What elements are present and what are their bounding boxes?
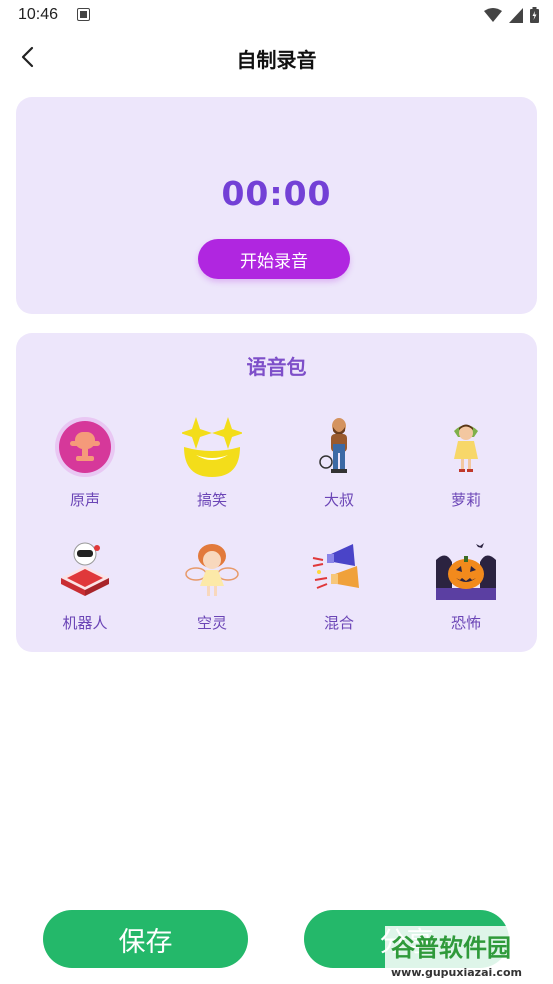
fairy-icon xyxy=(185,544,239,596)
wifi-icon xyxy=(484,7,502,22)
megaphone-icon xyxy=(312,544,359,589)
recorder-card: 00:00 开始录音 xyxy=(16,97,537,314)
voice-label: 萝莉 xyxy=(450,491,481,509)
robot-icon xyxy=(61,542,109,596)
voice-item-uncle[interactable]: 大叔 xyxy=(284,417,394,527)
notification-icon xyxy=(77,8,90,21)
status-icons xyxy=(484,6,539,24)
voice-pack-card: 语音包 原声 搞笑 大叔 萝莉 机器人 空灵 混合 恐怖 xyxy=(16,333,537,652)
voice-item-robot[interactable]: 机器人 xyxy=(30,540,140,650)
funny-face-icon xyxy=(182,417,242,477)
start-recording-button[interactable]: 开始录音 xyxy=(198,239,350,279)
save-button[interactable]: 保存 xyxy=(43,910,248,968)
watermark-url: www.gupuxiazai.com xyxy=(391,966,522,979)
voice-label: 恐怖 xyxy=(450,614,481,632)
uncle-icon xyxy=(319,418,347,473)
voice-label: 混合 xyxy=(323,614,354,632)
voice-item-original[interactable]: 原声 xyxy=(30,417,140,527)
voice-item-ethereal[interactable]: 空灵 xyxy=(157,540,267,650)
status-time: 10:46 xyxy=(18,6,59,23)
pumpkin-icon xyxy=(436,543,496,600)
status-bar: 10:46 xyxy=(0,0,553,32)
voice-label: 空灵 xyxy=(196,614,227,632)
watermark-logo: 谷普软件园 www.gupuxiazai.com xyxy=(385,926,553,984)
page-title: 自制录音 xyxy=(236,48,317,72)
voice-item-funny[interactable]: 搞笑 xyxy=(157,417,267,527)
girl-icon xyxy=(454,424,478,472)
timer-display: 00:00 xyxy=(221,174,332,213)
voice-item-loli[interactable]: 萝莉 xyxy=(411,417,521,527)
battery-icon xyxy=(530,7,539,23)
voice-label: 搞笑 xyxy=(196,491,227,509)
watermark-text: 谷普软件园 xyxy=(391,934,511,962)
voice-label: 机器人 xyxy=(62,614,108,632)
voice-item-mixed[interactable]: 混合 xyxy=(284,540,394,650)
voice-label: 大叔 xyxy=(323,491,354,509)
voice-label: 原声 xyxy=(69,491,100,509)
app-bar: 自制录音 xyxy=(0,32,553,82)
signal-icon xyxy=(509,7,523,23)
voice-item-horror[interactable]: 恐怖 xyxy=(411,540,521,650)
microphone-icon xyxy=(55,417,115,477)
voice-pack-title: 语音包 xyxy=(246,355,307,379)
